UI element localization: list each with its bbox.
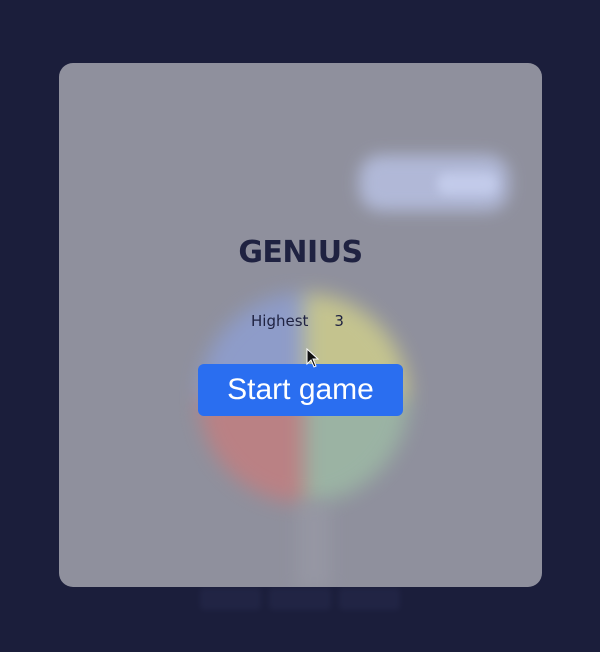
start-overlay-panel: GENIUS Highest 3 Start game [59, 63, 542, 587]
highest-value: 3 [334, 312, 344, 330]
blurred-score-value [437, 173, 497, 195]
blurred-control [269, 588, 331, 610]
blurred-control [200, 588, 262, 610]
blurred-controls [200, 588, 400, 610]
game-title: GENIUS [238, 235, 363, 270]
highest-score: Highest 3 [251, 312, 344, 330]
mouse-pointer-icon [306, 348, 320, 368]
game-stage: GENIUS Highest 3 Start game [0, 0, 600, 652]
highest-label: Highest [251, 312, 309, 330]
start-game-button[interactable]: Start game [198, 364, 403, 416]
board-stem [297, 503, 331, 587]
blurred-control [338, 588, 400, 610]
